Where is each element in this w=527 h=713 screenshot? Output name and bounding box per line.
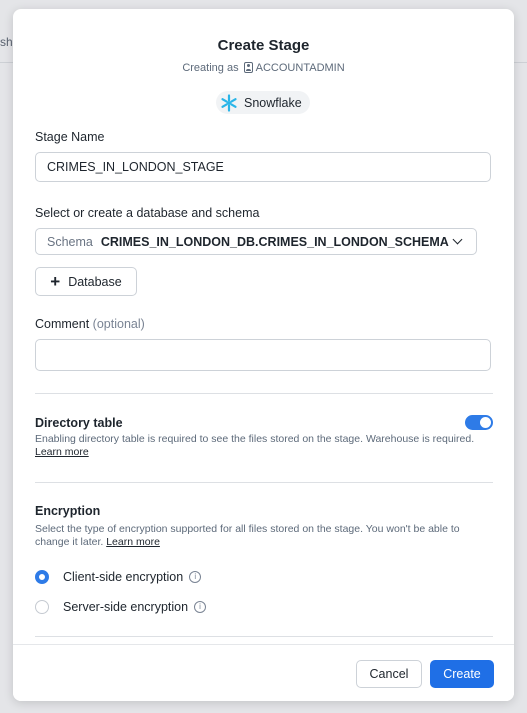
dialog-footer: Cancel Create [13,644,514,701]
encryption-title: Encryption [35,504,101,518]
comment-input[interactable] [35,339,491,371]
directory-table-description: Enabling directory table is required to … [35,433,487,459]
dialog-subtitle: Creating as ACCOUNTADMIN [13,62,514,74]
encryption-description-text: Select the type of encryption supported … [35,523,460,548]
comment-label: Comment (optional) [35,317,145,331]
encryption-option-server-side[interactable]: Server-side encryption i [35,600,207,614]
info-icon[interactable]: i [194,601,207,613]
section-divider [35,636,493,637]
snowflake-logo-icon [221,93,237,112]
radio-unselected[interactable] [35,600,49,614]
directory-table-description-text: Enabling directory table is required to … [35,433,475,445]
chevron-down-icon [452,234,463,245]
directory-table-toggle[interactable] [465,415,493,430]
info-icon[interactable]: i [189,571,202,583]
background-tab-text: sh [0,35,13,49]
section-divider [35,482,493,483]
encryption-learn-more-link[interactable]: Learn more [106,536,160,548]
plus-icon: + [50,272,61,291]
create-button[interactable]: Create [430,660,494,688]
role-name: ACCOUNTADMIN [255,62,345,74]
dialog-title: Create Stage [217,37,310,54]
add-database-button[interactable]: + Database [35,267,137,296]
schema-prefix: Schema [47,234,93,249]
encryption-option-label: Client-side encryption [63,570,184,584]
schema-value: CRIMES_IN_LONDON_DB.CRIMES_IN_LONDON_SCH… [100,234,449,249]
role-icon [243,62,253,73]
directory-table-learn-more-link[interactable]: Learn more [35,446,89,458]
cancel-button[interactable]: Cancel [356,660,422,688]
section-divider [35,393,493,394]
account-name: Snowflake [244,95,302,110]
create-stage-dialog: Create Stage Creating as ACCOUNTADMIN Sn… [13,9,514,701]
stage-name-input[interactable]: CRIMES_IN_LONDON_STAGE [35,152,491,182]
encryption-description: Select the type of encryption supported … [35,523,487,549]
encryption-option-label: Server-side encryption [63,600,189,614]
schema-select[interactable]: Schema CRIMES_IN_LONDON_DB.CRIMES_IN_LON… [35,228,477,255]
stage-name-label: Stage Name [35,130,105,144]
creating-as-label: Creating as [182,62,239,74]
dialog-body[interactable]: Create Stage Creating as ACCOUNTADMIN Sn… [13,9,514,645]
directory-table-title: Directory table [35,416,123,430]
stage-name-value: CRIMES_IN_LONDON_STAGE [47,160,224,174]
location-label: Select or create a database and schema [35,206,260,220]
account-chip: Snowflake [216,91,310,114]
radio-selected[interactable] [35,570,49,584]
comment-label-text: Comment [35,317,90,331]
comment-optional-hint: (optional) [92,317,145,331]
encryption-option-client-side[interactable]: Client-side encryption i [35,570,202,584]
add-database-label: Database [68,274,122,289]
